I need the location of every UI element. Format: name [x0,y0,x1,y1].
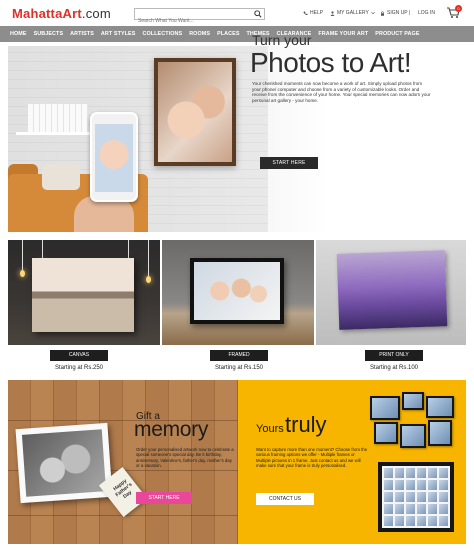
father-child-photo [21,429,107,497]
bulb-decoration [146,276,151,283]
collage-frame-image [378,462,454,532]
gift-start-button[interactable]: START HERE [136,492,192,504]
nav-item-product-page[interactable]: PRODUCT PAGE [375,31,419,37]
lock-icon [381,10,384,16]
search-box [134,8,265,26]
nav-item-home[interactable]: HOME [10,31,27,37]
logo-main: MahattaArt [12,6,82,21]
family-photo [194,262,280,320]
phone-image [90,112,138,202]
signup-label: SIGN UP | [387,10,411,16]
nav-item-collections[interactable]: COLLECTIONS [142,31,182,37]
signup-link[interactable]: SIGN UP | [380,10,410,16]
search-icon[interactable] [254,10,262,18]
truly-subtitle: Yours [256,423,284,435]
hero-title: Photos to Art! [250,47,412,78]
nav-item-art-styles[interactable]: ART STYLES [101,31,136,37]
canvas-price: Starting at Rs.250 [54,365,104,371]
family-framed-photo [190,258,284,324]
framed-button[interactable]: FRAMED [210,350,268,361]
truly-title: truly [285,412,327,437]
taj-mahal-canvas [32,258,134,332]
print-only-button[interactable]: PRINT ONLY [365,350,423,361]
lavender-print [336,250,448,330]
father-child-photo-frame [15,422,113,504]
contact-us-button[interactable]: CONTACT US [256,493,314,505]
phone-icon [303,11,308,15]
print-product-image[interactable] [316,240,466,345]
chevron-down-icon [370,11,375,15]
logo-suffix: .com [81,6,111,21]
hero-start-button[interactable]: START HERE [260,157,318,169]
framed-price: Starting at Rs.150 [214,365,264,371]
framed-product-image[interactable] [162,240,314,345]
hero-description: Your cherished moments can now become a … [252,81,431,103]
phone-screen-photo [95,124,133,192]
user-icon [330,10,335,16]
nav-item-places[interactable]: PLACES [217,31,239,37]
books-decoration [28,104,88,132]
gift-title: memory [134,418,209,441]
canvas-product-image[interactable] [8,240,160,345]
site-logo[interactable]: MahattaArt.com [12,6,111,21]
cart-count-badge: 0 [455,5,462,12]
help-label: HELP [310,10,324,16]
login-label: LOG IN [418,10,435,16]
main-nav: HOME SUBJECTS ARTISTS ART STYLES COLLECT… [0,26,474,42]
hero-subtitle: Turn your [252,32,312,48]
my-gallery-menu[interactable]: MY GALLERY [330,10,375,16]
print-only-price: Starting at Rs.100 [369,365,419,371]
help-link[interactable]: HELP [303,10,323,16]
gallery-label: MY GALLERY [337,10,369,16]
mother-baby-photo [158,62,232,162]
framed-photo-image [154,58,236,166]
bulb-decoration [20,270,25,277]
pillow-decoration [42,164,80,190]
nav-item-rooms[interactable]: ROOMS [189,31,210,37]
search-input[interactable] [135,16,253,26]
truly-description: Want to capture more than one moment? Ch… [256,447,368,468]
login-link[interactable]: LOG IN [418,10,435,16]
nav-item-subjects[interactable]: SUBJECTS [34,31,64,37]
top-header: MahattaArt.com HELP MY GALLERY SIGN UP |… [0,0,474,26]
gift-description: Order your personalised artwork now to c… [136,447,234,468]
nav-item-artists[interactable]: ARTISTS [70,31,94,37]
canvas-button[interactable]: CANVAS [50,350,108,361]
nav-item-frame-your-art[interactable]: FRAME YOUR ART [318,31,368,37]
